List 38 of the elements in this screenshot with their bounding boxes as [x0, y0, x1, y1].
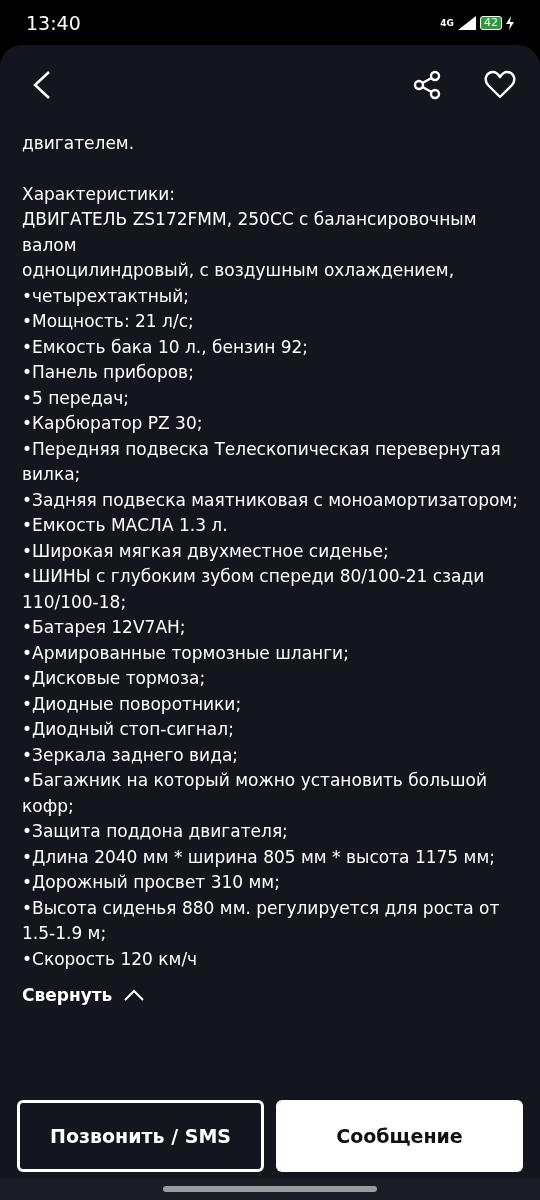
description-line: •Диодный стоп-сигнал;: [22, 718, 235, 741]
back-icon[interactable]: [32, 70, 52, 100]
description-line: •Защита поддона двигателя;: [22, 820, 289, 843]
description-line: •Передняя подвеска Телескопическая перевернутая вилка;: [22, 437, 502, 486]
description-line: •Длина 2040 мм * ширина 805 мм * высота 1175 мм;: [22, 845, 496, 869]
share-icon[interactable]: [412, 70, 442, 100]
description-line: •Зеркала заднего вида;: [22, 743, 240, 767]
favorite-heart-icon[interactable]: [484, 70, 516, 100]
description-line: Характеристики:: [22, 182, 177, 206]
description-line: одноцилиндровый, с воздушным охлаждением,: [22, 259, 456, 282]
description-line: •ШИНЫ с глубоким зубом спереди 80/100-21 сзади 110/100-18;: [22, 565, 486, 614]
description-line: •Широкая мягкая двухместное сиденье;: [22, 539, 390, 563]
description-line: •Карбюратор PZ 30;: [22, 412, 204, 435]
description-line: •Дорожный просвет 310 мм;: [22, 871, 281, 894]
description-line: •Задняя подвеска маятниковая с моноамортизатором;: [22, 488, 518, 512]
status-time: 13:40: [26, 11, 81, 34]
battery-indicator: 42: [480, 15, 502, 30]
collapse-button[interactable]: Свернуть: [22, 985, 145, 1005]
description-line: •Армированные тормозные шланги;: [22, 641, 350, 665]
charging-icon: [506, 15, 514, 30]
description-line: •Мощность: 21 л/с;: [22, 310, 195, 333]
description-line: •Высота сиденья 880 мм. регулируется для роста от 1.5-1.9 м;: [22, 896, 501, 945]
chevron-up-icon: [124, 989, 145, 1001]
description-line: •Емкость бака 10 л., бензин 92;: [22, 335, 310, 359]
signal-icon: [458, 15, 476, 30]
description-line: •четырехтактный;: [22, 284, 190, 308]
description-line: •Панель приборов;: [22, 361, 195, 384]
action-button[interactable]: Позвонить / SMS: [17, 1100, 264, 1172]
description-line: •Батарея 12V7AH;: [22, 616, 187, 639]
description-line: •Скорость 120 км/ч: [22, 947, 199, 971]
description-line: •5 передач;: [22, 386, 130, 410]
description-line: •Дисковые тормоза;: [22, 667, 207, 690]
network-type: 4G: [440, 17, 454, 28]
description-line: •Диодные поворотники;: [22, 692, 243, 716]
description-line: •Емкость МАСЛА 1.3 л.: [22, 514, 229, 537]
description-line: двигателем.: [22, 132, 136, 155]
description-line: •Багажник на который можно установить большой кофр;: [22, 769, 489, 818]
action-button[interactable]: Сообщение: [276, 1100, 523, 1172]
